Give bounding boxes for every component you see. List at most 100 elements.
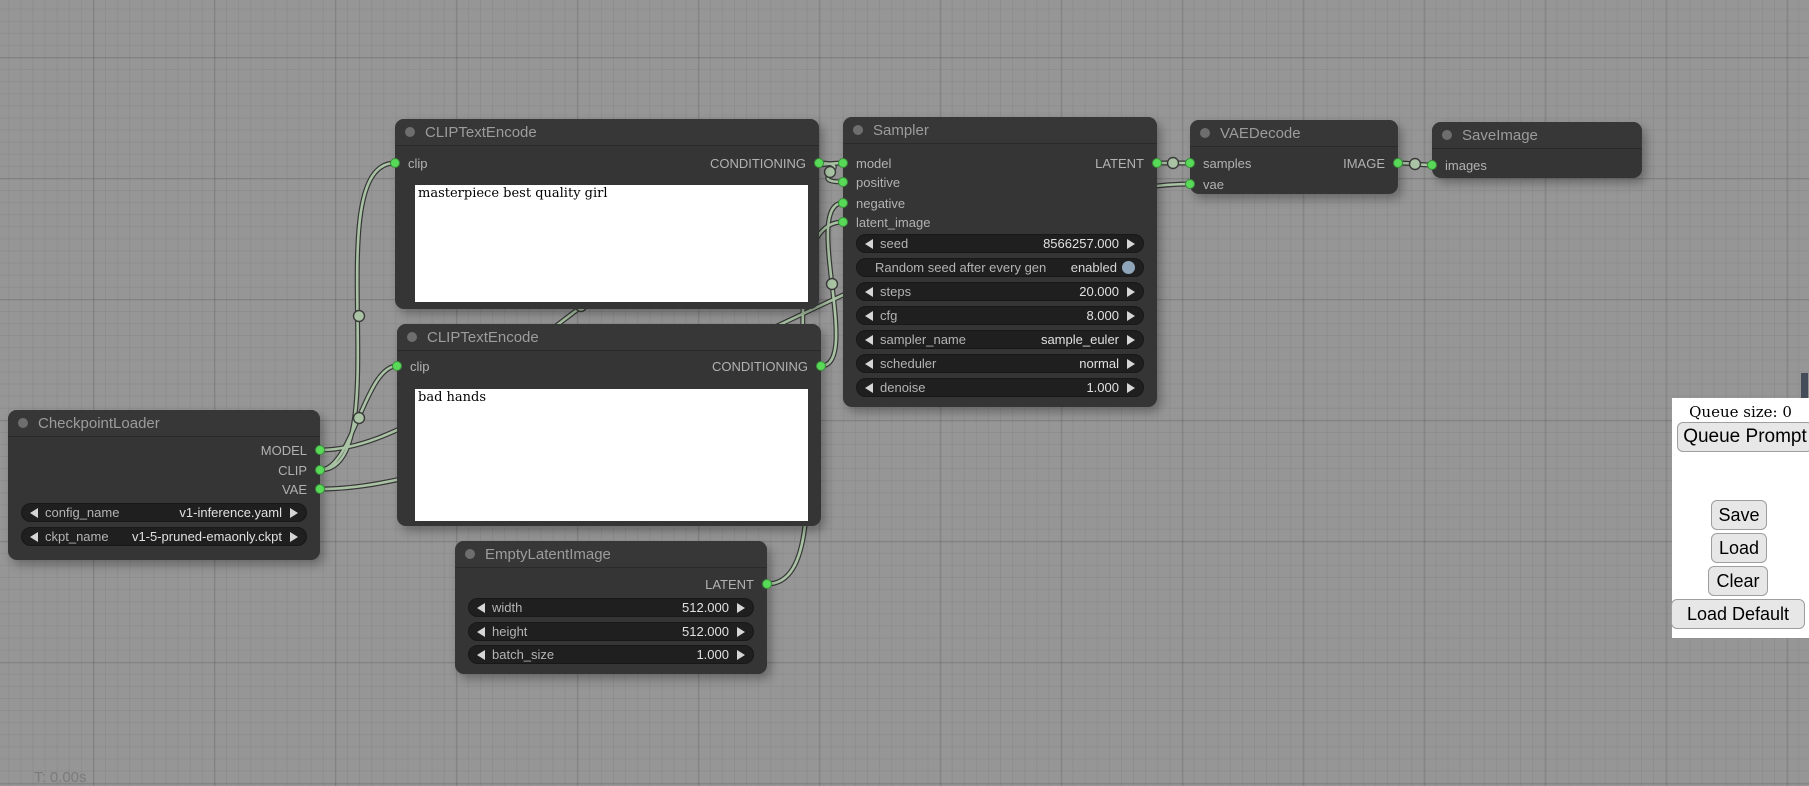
- node-titlebar[interactable]: CheckpointLoader: [8, 410, 320, 437]
- collapse-dot-icon[interactable]: [407, 332, 417, 342]
- input-dot-icon[interactable]: [838, 217, 848, 227]
- increment-arrow-icon[interactable]: [737, 603, 745, 613]
- collapse-dot-icon[interactable]: [853, 125, 863, 135]
- widget-value[interactable]: 1.000: [1086, 380, 1119, 395]
- decrement-arrow-icon[interactable]: [865, 287, 873, 297]
- widget-value[interactable]: v1-inference.yaml: [179, 505, 282, 520]
- widget-name: batch_size: [492, 647, 554, 662]
- output-dot-icon[interactable]: [816, 361, 826, 371]
- widget-value[interactable]: v1-5-pruned-emaonly.ckpt: [132, 529, 282, 544]
- output-slot-vae: VAE: [282, 480, 325, 498]
- output-dot-icon[interactable]: [814, 158, 824, 168]
- slot-label: positive: [856, 175, 900, 190]
- output-dot-icon[interactable]: [762, 579, 772, 589]
- scrollbar-thumb[interactable]: [1801, 373, 1808, 398]
- negative-prompt-textarea[interactable]: bad hands: [415, 389, 808, 521]
- toggle-dot-icon[interactable]: [1122, 261, 1135, 274]
- collapse-dot-icon[interactable]: [1442, 130, 1452, 140]
- decrement-arrow-icon[interactable]: [477, 650, 485, 660]
- decrement-arrow-icon[interactable]: [865, 311, 873, 321]
- widget-ckpt-name[interactable]: ckpt_name v1-5-pruned-emaonly.ckpt: [21, 527, 307, 546]
- node-sampler[interactable]: Sampler model positive negative latent_i…: [843, 117, 1157, 407]
- input-dot-icon[interactable]: [392, 361, 402, 371]
- node-clip-text-encode-negative[interactable]: CLIPTextEncode clip CONDITIONING bad han…: [397, 324, 821, 526]
- save-button[interactable]: Save: [1711, 500, 1767, 530]
- increment-arrow-icon[interactable]: [1127, 359, 1135, 369]
- widget-batch-size[interactable]: batch_size 1.000: [468, 645, 754, 664]
- decrement-arrow-icon[interactable]: [865, 383, 873, 393]
- decrement-arrow-icon[interactable]: [477, 627, 485, 637]
- input-dot-icon[interactable]: [1427, 160, 1437, 170]
- widget-width[interactable]: width 512.000: [468, 598, 754, 617]
- node-titlebar[interactable]: SaveImage: [1432, 122, 1642, 149]
- node-save-image[interactable]: SaveImage images: [1432, 122, 1642, 178]
- load-button[interactable]: Load: [1711, 533, 1767, 563]
- node-titlebar[interactable]: CLIPTextEncode: [395, 119, 819, 146]
- decrement-arrow-icon[interactable]: [477, 603, 485, 613]
- output-dot-icon[interactable]: [315, 445, 325, 455]
- increment-arrow-icon[interactable]: [1127, 239, 1135, 249]
- widget-value[interactable]: sample_euler: [1041, 332, 1119, 347]
- increment-arrow-icon[interactable]: [737, 627, 745, 637]
- increment-arrow-icon[interactable]: [1127, 287, 1135, 297]
- widget-denoise[interactable]: denoise 1.000: [856, 378, 1144, 397]
- load-default-button[interactable]: Load Default: [1671, 599, 1805, 629]
- input-dot-icon[interactable]: [838, 158, 848, 168]
- input-slot-samples: samples: [1185, 154, 1251, 172]
- graph-canvas[interactable]: { "canvas": { "status_text": "T: 0.00s" …: [0, 0, 1809, 782]
- increment-arrow-icon[interactable]: [1127, 383, 1135, 393]
- widget-value[interactable]: 512.000: [682, 624, 729, 639]
- node-checkpoint-loader[interactable]: CheckpointLoader MODEL CLIP VAE config_n…: [8, 410, 320, 560]
- node-vae-decode[interactable]: VAEDecode samples vae IMAGE: [1190, 120, 1398, 194]
- output-dot-icon[interactable]: [315, 484, 325, 494]
- increment-arrow-icon[interactable]: [1127, 335, 1135, 345]
- output-slot-clip: CLIP: [278, 461, 325, 479]
- output-dot-icon[interactable]: [1393, 158, 1403, 168]
- increment-arrow-icon[interactable]: [290, 532, 298, 542]
- collapse-dot-icon[interactable]: [465, 549, 475, 559]
- widget-cfg[interactable]: cfg 8.000: [856, 306, 1144, 325]
- node-clip-text-encode-positive[interactable]: CLIPTextEncode clip CONDITIONING masterp…: [395, 119, 819, 309]
- widget-config-name[interactable]: config_name v1-inference.yaml: [21, 503, 307, 522]
- increment-arrow-icon[interactable]: [737, 650, 745, 660]
- input-dot-icon[interactable]: [838, 177, 848, 187]
- widget-scheduler[interactable]: scheduler normal: [856, 354, 1144, 373]
- decrement-arrow-icon[interactable]: [30, 508, 38, 518]
- node-titlebar[interactable]: VAEDecode: [1190, 120, 1398, 147]
- widget-sampler-name[interactable]: sampler_name sample_euler: [856, 330, 1144, 349]
- widget-seed[interactable]: seed 8566257.000: [856, 234, 1144, 253]
- input-dot-icon[interactable]: [1185, 179, 1195, 189]
- widget-name: scheduler: [880, 356, 936, 371]
- collapse-dot-icon[interactable]: [1200, 128, 1210, 138]
- collapse-dot-icon[interactable]: [18, 418, 28, 428]
- widget-value[interactable]: normal: [1079, 356, 1119, 371]
- node-titlebar[interactable]: EmptyLatentImage: [455, 541, 767, 568]
- widget-height[interactable]: height 512.000: [468, 622, 754, 641]
- positive-prompt-textarea[interactable]: masterpiece best quality girl: [415, 185, 808, 302]
- collapse-dot-icon[interactable]: [405, 127, 415, 137]
- input-dot-icon[interactable]: [838, 198, 848, 208]
- widget-value[interactable]: 8.000: [1086, 308, 1119, 323]
- input-dot-icon[interactable]: [1185, 158, 1195, 168]
- widget-value[interactable]: 512.000: [682, 600, 729, 615]
- output-dot-icon[interactable]: [1152, 158, 1162, 168]
- widget-value[interactable]: 20.000: [1079, 284, 1119, 299]
- output-dot-icon[interactable]: [315, 465, 325, 475]
- clear-button[interactable]: Clear: [1708, 566, 1768, 596]
- input-dot-icon[interactable]: [390, 158, 400, 168]
- node-titlebar[interactable]: CLIPTextEncode: [397, 324, 821, 351]
- queue-prompt-button[interactable]: Queue Prompt: [1677, 422, 1809, 452]
- widget-random-seed-toggle[interactable]: Random seed after every gen enabled: [856, 258, 1144, 277]
- increment-arrow-icon[interactable]: [290, 508, 298, 518]
- widget-value[interactable]: 8566257.000: [1043, 236, 1119, 251]
- decrement-arrow-icon[interactable]: [30, 532, 38, 542]
- decrement-arrow-icon[interactable]: [865, 359, 873, 369]
- widget-steps[interactable]: steps 20.000: [856, 282, 1144, 301]
- node-titlebar[interactable]: Sampler: [843, 117, 1157, 144]
- widget-value[interactable]: 1.000: [696, 647, 729, 662]
- node-empty-latent-image[interactable]: EmptyLatentImage LATENT width 512.000 he…: [455, 541, 767, 674]
- increment-arrow-icon[interactable]: [1127, 311, 1135, 321]
- input-slot-vae: vae: [1185, 175, 1224, 193]
- decrement-arrow-icon[interactable]: [865, 335, 873, 345]
- decrement-arrow-icon[interactable]: [865, 239, 873, 249]
